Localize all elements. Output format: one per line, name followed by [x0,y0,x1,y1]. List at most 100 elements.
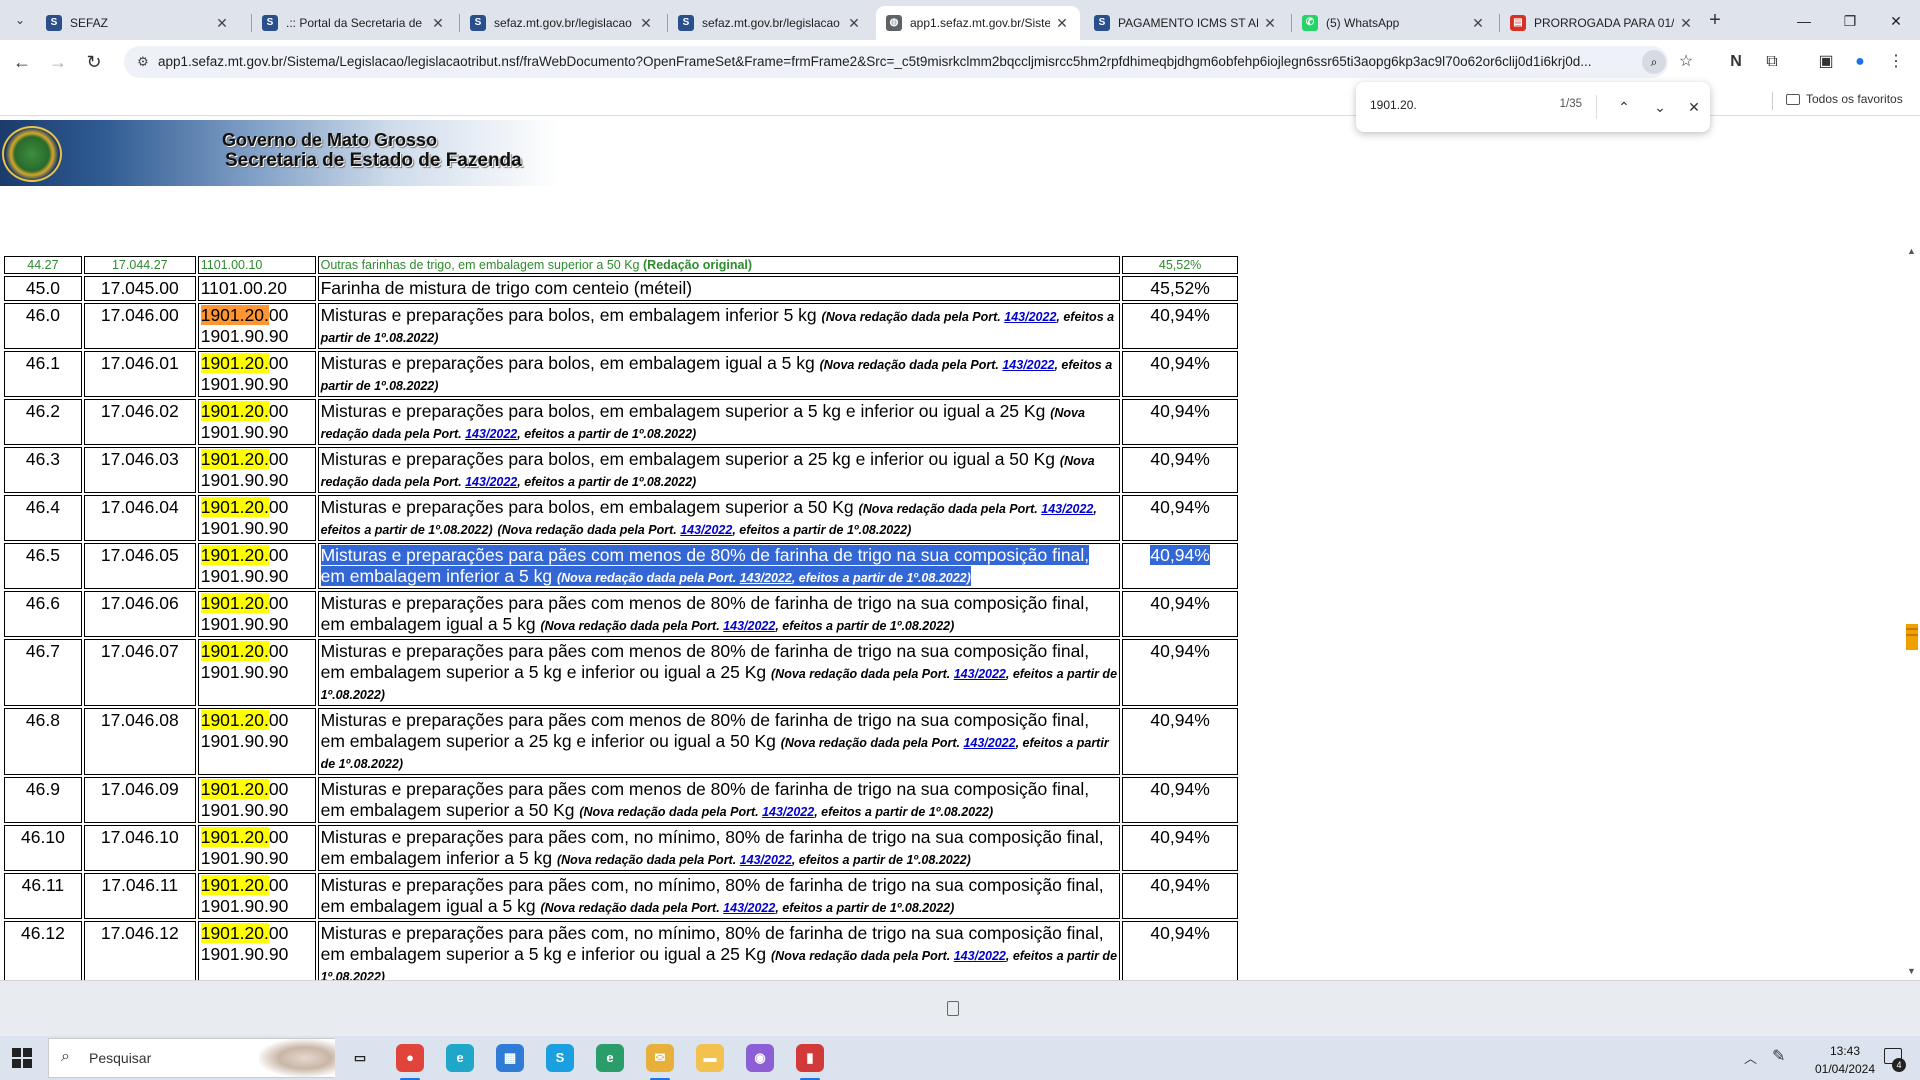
reload-icon[interactable]: ↻ [80,48,108,76]
tab-4[interactable]: Ssefaz.mt.gov.br/legislacao ✕ [668,6,872,40]
minimize-button[interactable]: — [1784,8,1824,34]
find-next-icon[interactable]: ⌄ [1648,95,1672,119]
portaria-link[interactable]: 143/2022 [465,475,517,489]
tab-close-icon[interactable]: ✕ [1470,15,1486,32]
task-view-icon[interactable]: ▭ [346,1044,374,1072]
mva-cell: 45,52% [1122,276,1238,301]
whatsapp-icon: ✆ [1302,15,1318,31]
bookmark-star-icon[interactable]: ☆ [1674,50,1698,74]
edge-icon[interactable]: e [446,1044,474,1072]
new-tab-button[interactable]: + [1702,8,1728,34]
item-cell: 46.5 [4,543,82,589]
ncm-cell: 1901.20.00 1901.90.90 [197,591,316,637]
mail-icon[interactable]: ✉ [646,1044,674,1080]
site-info-icon[interactable]: ⚙ [134,53,152,71]
ncm-code-rest: 00 [268,545,289,565]
back-icon[interactable]: ← [8,48,36,76]
tab-search-chevron-icon[interactable]: ⌄ [8,9,32,31]
tab-close-icon[interactable]: ✕ [430,15,446,32]
st-products-table: 44.27 17.044.27 1101.00.10 Outras farinhas … [2,254,1240,980]
tab-3[interactable]: Ssefaz.mt.gov.br/legislacao ✕ [460,6,664,40]
ncm-code-secondary: 1901.90.90 [200,374,289,394]
amendment-note-prefix: (Nova redação dada pela Port. [771,949,951,963]
portaria-link[interactable]: 143/2022 [963,736,1015,750]
pen-icon[interactable]: ✎ [1772,1046,1785,1066]
scroll-up-arrow-icon[interactable]: ▲ [1907,246,1916,256]
clock-time[interactable]: 13:43 [1800,1044,1890,1058]
find-previous-icon[interactable]: ⌃ [1612,95,1636,119]
portaria-link[interactable]: 143/2022 [723,901,775,915]
close-window-button[interactable]: ✕ [1876,8,1916,34]
clock-date[interactable]: 01/04/2024 [1800,1062,1890,1076]
edge-dev-icon[interactable]: e [596,1044,624,1072]
tab-8[interactable]: ▤ PRORROGADA PARA 01/0 ✕ [1500,6,1704,40]
find-match-highlight: 1901.20. [200,545,269,565]
url-text[interactable]: app1.sefaz.mt.gov.br/Sistema/Legislacao/… [158,54,1658,69]
find-close-icon[interactable]: ✕ [1682,95,1706,119]
tab-separator [251,14,252,32]
menu-kebab-icon[interactable]: ⋮ [1884,50,1908,74]
all-bookmarks-button[interactable]: Todos os favoritos [1786,92,1903,106]
tab-close-icon[interactable]: ✕ [846,15,862,32]
portaria-link[interactable]: 143/2022 [1041,502,1093,516]
side-panel-icon[interactable]: ▣ [1814,50,1838,74]
portaria-link[interactable]: 143/2022 [1004,310,1056,324]
amendment-note: (Nova redação dada pela Port. 143/2022, … [497,523,911,537]
portaria-link[interactable]: 143/2022 [1002,358,1054,372]
app-red-icon[interactable]: ▮ [796,1044,824,1080]
find-input[interactable]: 1901.20. [1370,98,1530,112]
page-content: Governo de Mato Grosso Secretaria de Est… [0,116,1920,980]
table-row: 46.7 17.046.07 1901.20.00 1901.90.90 Mistura… [4,639,1238,706]
tab-close-icon[interactable]: ✕ [1054,15,1070,32]
table-row: 45.0 17.045.00 1101.00.20 Farinha de mistur… [4,276,1238,301]
profile-avatar-icon[interactable]: ● [1848,50,1872,74]
windows-start-icon[interactable] [12,1048,32,1068]
chrome-icon[interactable]: ● [396,1044,424,1080]
tab-7[interactable]: ✆ (5) WhatsApp ✕ [1292,6,1496,40]
portaria-link[interactable]: 143/2022 [740,853,792,867]
ncm-cell: 1901.20.00 1901.90.90 [197,708,316,775]
extension-n-icon[interactable]: N [1724,50,1748,74]
ncm-code: 1901.20.00 [200,449,288,469]
amendment-note: (Nova redação dada pela Port. 143/2022, … [540,619,954,633]
tab-1[interactable]: S SEFAZ ✕ [36,6,240,40]
mva-value: 40,94% [1150,827,1210,847]
portaria-link[interactable]: 143/2022 [723,619,775,633]
tab-separator [459,14,460,32]
tab-5[interactable]: ◍ app1.sefaz.mt.gov.br/Siste ✕ [876,6,1080,40]
tab-close-icon[interactable]: ✕ [214,15,230,32]
taskbar-search-box[interactable]: ⌕ Pesquisar [48,1038,335,1078]
description-cell: Misturas e preparações para pães com, no… [317,873,1121,919]
portaria-link[interactable]: 143/2022 [954,949,1006,963]
page-scrollbar[interactable]: ▲ ▼ [1904,116,1920,980]
amendment-note-prefix: (Nova redação dada pela Port. [540,619,720,633]
tab-2[interactable]: S .:: Portal da Secretaria de F ✕ [252,6,456,40]
tab-6[interactable]: S PAGAMENTO ICMS ST AN ✕ [1084,6,1288,40]
ncm-cell: 1101.00.20 [197,276,316,301]
tab-close-icon[interactable]: ✕ [1678,15,1694,32]
portaria-link[interactable]: 143/2022 [680,523,732,537]
address-bar[interactable]: ⚙ app1.sefaz.mt.gov.br/Sistema/Legislaca… [124,46,1668,78]
page-search-icon[interactable]: ⌕ [1642,50,1666,74]
extensions-puzzle-icon[interactable]: ⧉ [1760,50,1784,74]
skype-icon[interactable]: S [546,1044,574,1072]
portaria-link[interactable]: 143/2022 [740,571,792,585]
tab-close-icon[interactable]: ✕ [1262,15,1278,32]
tray-overflow-icon[interactable]: ︿ [1744,1048,1757,1067]
forward-icon[interactable]: → [44,48,72,76]
description-cell: Misturas e preparações para bolos, em em… [317,495,1121,541]
amendment-note: (Nova redação dada pela Port. 143/2022, … [579,805,993,819]
file-explorer-icon[interactable]: ▬ [696,1044,724,1072]
restore-button[interactable]: ❐ [1830,8,1870,34]
portaria-link[interactable]: 143/2022 [762,805,814,819]
browser-app-icon[interactable]: ◉ [746,1044,774,1072]
portaria-link[interactable]: 143/2022 [954,667,1006,681]
store-icon[interactable]: ▦ [496,1044,524,1072]
ncm-code: 1901.20.00 [200,305,288,325]
portaria-link[interactable]: 143/2022 [465,427,517,441]
description-text: Misturas e preparações para bolos, em em… [320,449,1056,469]
tab-close-icon[interactable]: ✕ [638,15,654,32]
scroll-down-arrow-icon[interactable]: ▼ [1907,966,1916,976]
amendment-note: (Nova redação dada pela Port. 143/2022, … [540,901,954,915]
document-icon[interactable] [947,1001,959,1016]
